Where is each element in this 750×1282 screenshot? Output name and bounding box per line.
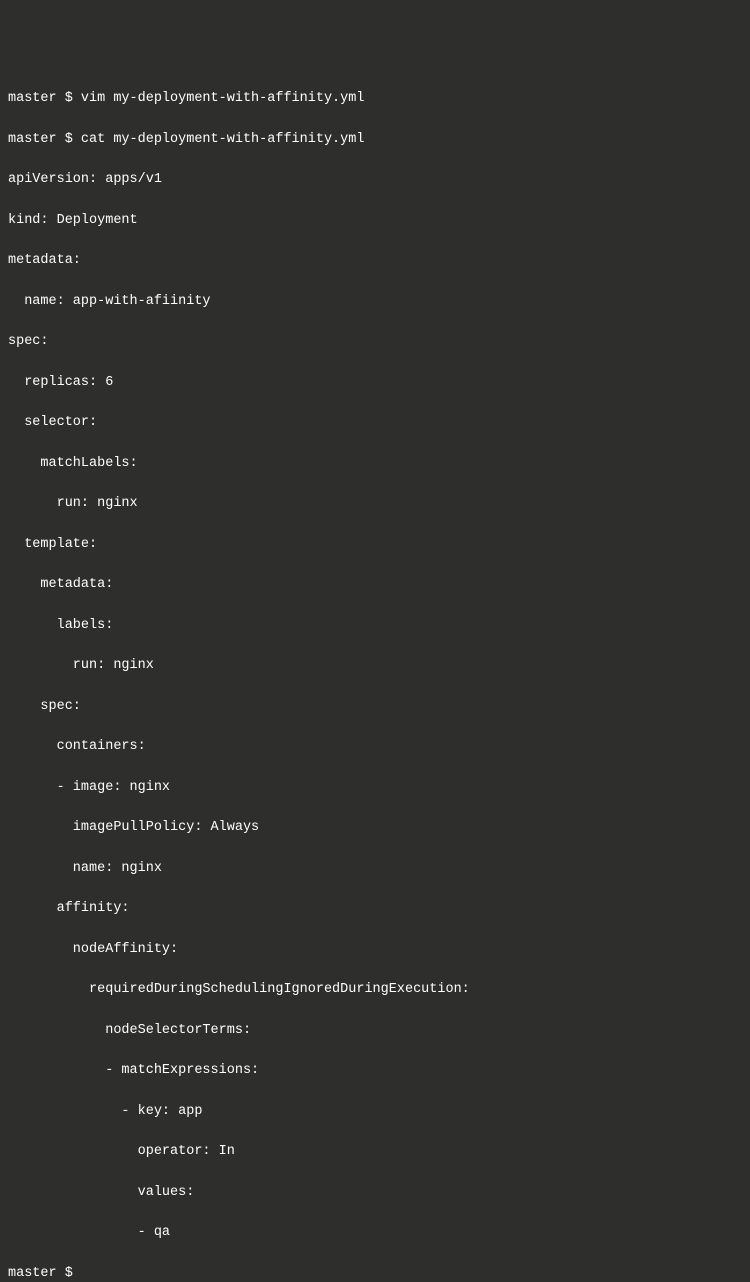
terminal-line: master $ vim my-deployment-with-affinity…: [8, 89, 742, 109]
terminal-line: spec:: [8, 332, 742, 352]
terminal-line: requiredDuringSchedulingIgnoredDuringExe…: [8, 980, 742, 1000]
terminal-line: spec:: [8, 697, 742, 717]
terminal-line: nodeAffinity:: [8, 940, 742, 960]
terminal-line: selector:: [8, 413, 742, 433]
terminal-line: affinity:: [8, 899, 742, 919]
terminal-line: - qa: [8, 1223, 742, 1243]
terminal-line: - image: nginx: [8, 778, 742, 798]
terminal-line: labels:: [8, 616, 742, 636]
terminal-line: apiVersion: apps/v1: [8, 170, 742, 190]
terminal-line: imagePullPolicy: Always: [8, 818, 742, 838]
terminal-line: operator: In: [8, 1142, 742, 1162]
terminal-line: matchLabels:: [8, 454, 742, 474]
terminal-line: replicas: 6: [8, 373, 742, 393]
terminal-line: - key: app: [8, 1102, 742, 1122]
terminal-line: template:: [8, 535, 742, 555]
terminal-line: values:: [8, 1183, 742, 1203]
terminal-line: name: app-with-afiinity: [8, 292, 742, 312]
terminal-line: metadata:: [8, 251, 742, 271]
terminal-line: metadata:: [8, 575, 742, 595]
terminal-line: master $ cat my-deployment-with-affinity…: [8, 130, 742, 150]
terminal-line: - matchExpressions:: [8, 1061, 742, 1081]
terminal-line: kind: Deployment: [8, 211, 742, 231]
terminal-line: run: nginx: [8, 494, 742, 514]
terminal-line: name: nginx: [8, 859, 742, 879]
terminal-line: run: nginx: [8, 656, 742, 676]
terminal-line: containers:: [8, 737, 742, 757]
terminal-line: nodeSelectorTerms:: [8, 1021, 742, 1041]
terminal-prompt[interactable]: master $: [8, 1264, 742, 1282]
